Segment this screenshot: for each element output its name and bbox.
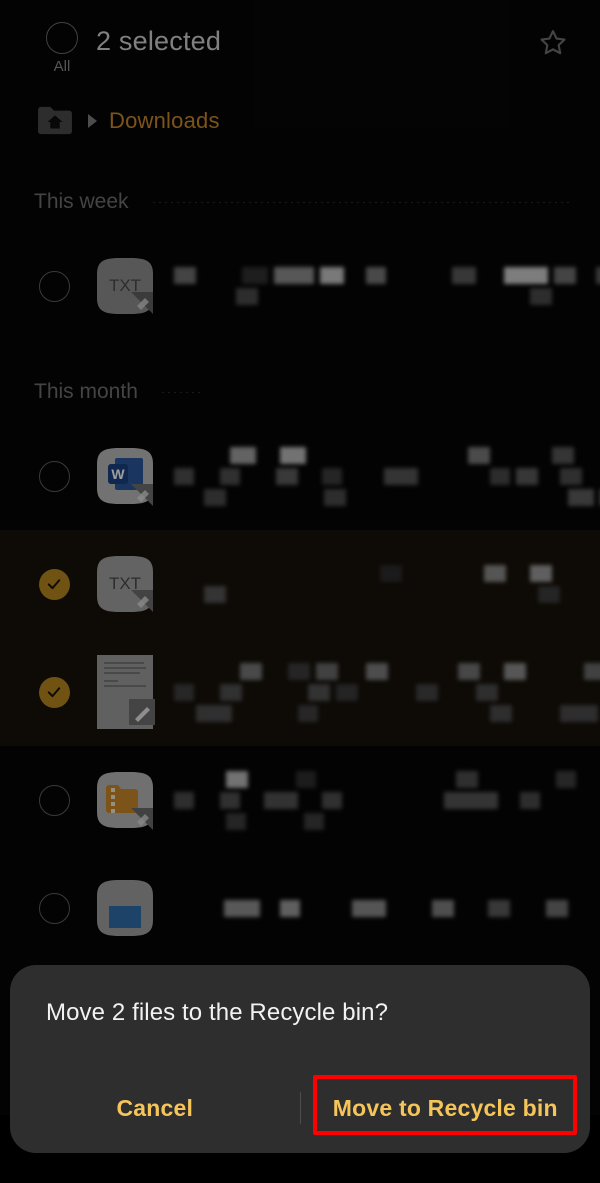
circle-checked-icon[interactable] bbox=[38, 568, 70, 600]
section-header-this-month: This month bbox=[0, 340, 600, 422]
row-checkbox[interactable] bbox=[26, 270, 82, 302]
circle-unchecked-icon[interactable] bbox=[38, 892, 70, 924]
move-to-recycle-bin-button[interactable]: Move to Recycle bin bbox=[301, 1074, 591, 1135]
table-row[interactable] bbox=[0, 854, 600, 962]
txt-file-icon: TXT bbox=[82, 545, 168, 623]
file-name-redacted bbox=[174, 443, 600, 510]
row-checkbox[interactable] bbox=[26, 568, 82, 600]
section-divider bbox=[159, 391, 200, 393]
document-thumbnail-icon bbox=[82, 653, 168, 731]
circle-unchecked-icon[interactable] bbox=[38, 784, 70, 816]
section-header-this-week: This week bbox=[0, 150, 600, 232]
txt-file-icon: TXT bbox=[82, 247, 168, 325]
row-checkbox[interactable] bbox=[26, 460, 82, 492]
file-name-redacted bbox=[174, 659, 600, 726]
move-to-recycle-bin-label: Move to Recycle bin bbox=[332, 1094, 558, 1121]
table-row[interactable] bbox=[0, 746, 600, 854]
file-name-redacted bbox=[174, 896, 600, 921]
circle-unchecked-icon[interactable] bbox=[38, 460, 70, 492]
dialog-title: Move 2 files to the Recycle bin? bbox=[46, 999, 389, 1026]
breadcrumb-current[interactable]: Downloads bbox=[109, 108, 220, 134]
app-bar: All 2 selected bbox=[0, 0, 600, 92]
row-checkbox[interactable] bbox=[26, 784, 82, 816]
section-title: This month bbox=[34, 380, 138, 403]
favorite-button[interactable] bbox=[532, 22, 574, 64]
select-all-control[interactable]: All bbox=[32, 22, 92, 74]
table-row[interactable]: TXT bbox=[0, 530, 600, 638]
row-checkbox[interactable] bbox=[26, 676, 82, 708]
section-divider bbox=[150, 201, 570, 203]
word-document-icon: W bbox=[82, 437, 168, 515]
confirm-dialog: Move 2 files to the Recycle bin? Cancel … bbox=[10, 965, 590, 1153]
file-name-redacted bbox=[174, 561, 600, 607]
table-row[interactable]: TXT bbox=[0, 232, 600, 340]
circle-unchecked-icon[interactable] bbox=[46, 22, 78, 54]
row-checkbox[interactable] bbox=[26, 892, 82, 924]
breadcrumb: Downloads bbox=[0, 92, 600, 150]
circle-unchecked-icon[interactable] bbox=[38, 270, 70, 302]
svg-text:W: W bbox=[111, 466, 125, 482]
dialog-actions: Cancel Move to Recycle bin bbox=[10, 1073, 590, 1143]
file-name-redacted bbox=[174, 263, 600, 309]
page-title: 2 selected bbox=[96, 26, 222, 56]
table-row[interactable]: W bbox=[0, 422, 600, 530]
cancel-button[interactable]: Cancel bbox=[10, 1095, 300, 1122]
table-row[interactable] bbox=[0, 638, 600, 746]
file-manager-screen: All 2 selected Downloads This week TXT T… bbox=[0, 0, 600, 1183]
chevron-right-icon bbox=[88, 114, 97, 128]
circle-checked-icon[interactable] bbox=[38, 676, 70, 708]
zip-archive-icon bbox=[82, 761, 168, 839]
image-file-icon bbox=[82, 869, 168, 947]
select-all-label: All bbox=[53, 58, 71, 75]
star-outline-icon bbox=[540, 30, 566, 55]
home-folder-icon[interactable] bbox=[36, 105, 74, 137]
file-name-redacted bbox=[174, 767, 600, 834]
section-title: This week bbox=[34, 190, 129, 213]
